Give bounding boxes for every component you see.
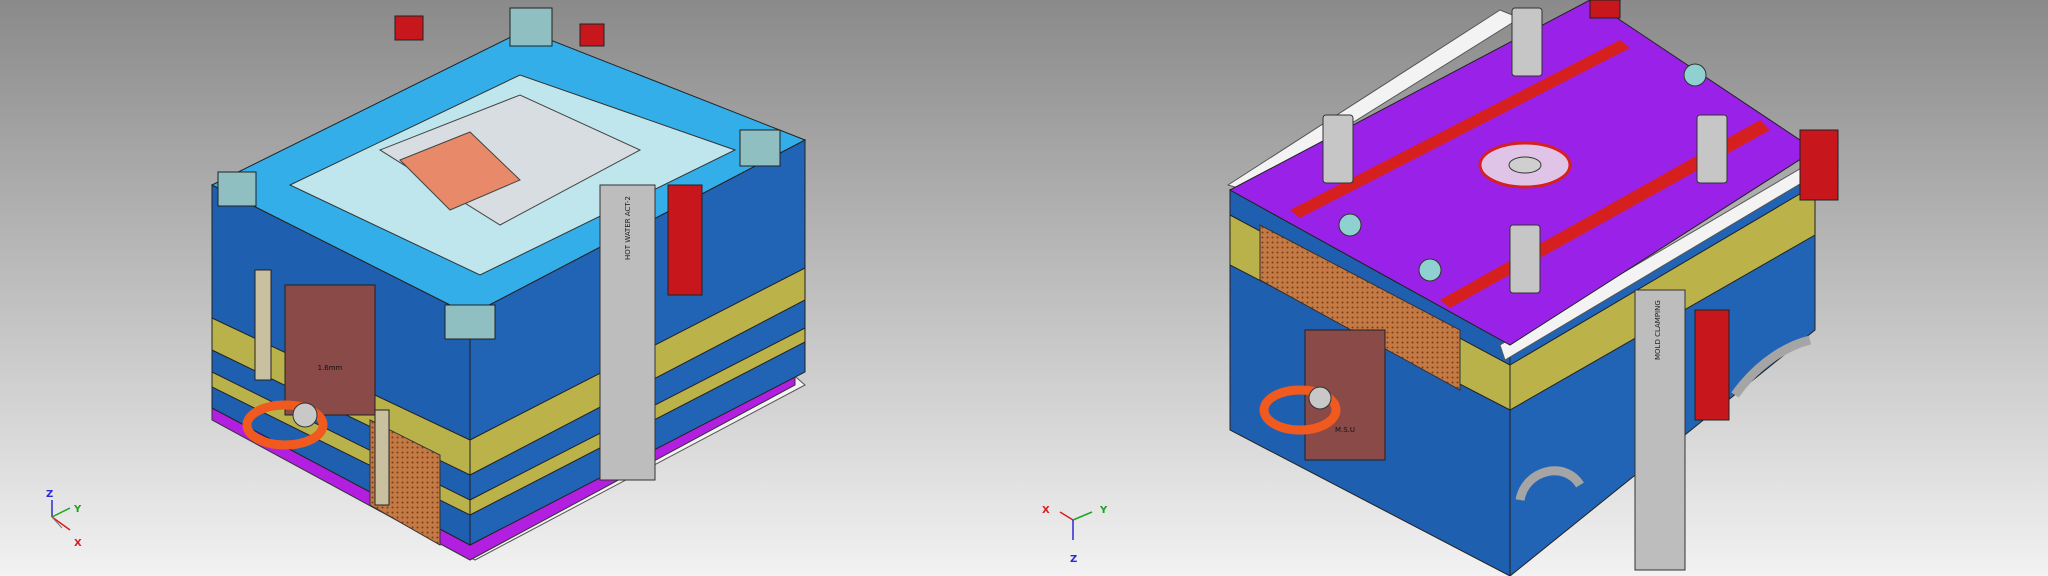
cad-scene[interactable]: HOT WATER ACT-2 1.6mm M.S.U MOLD CLAMPIN… xyxy=(0,0,2048,576)
support-rod xyxy=(254,269,272,381)
clamp-block-top xyxy=(394,15,424,41)
lift-plate-marking: M.S.U xyxy=(1335,426,1355,434)
guide-bushing-left xyxy=(217,171,257,207)
guide-pillar-3 xyxy=(1696,114,1728,184)
sprue-bushing xyxy=(1508,156,1542,174)
bolt-1 xyxy=(1338,213,1362,237)
guide-bushing-top xyxy=(509,7,553,47)
clamp-block-side xyxy=(1694,309,1730,421)
axis-y-label: Y xyxy=(73,504,82,515)
bolt-2 xyxy=(1418,258,1442,282)
lift-plate xyxy=(284,284,376,416)
strap-marking: HOT WATER ACT-2 xyxy=(624,196,632,260)
guide-pillar-2 xyxy=(1322,114,1354,184)
bolt-3 xyxy=(1683,63,1707,87)
clamp-block-side xyxy=(667,184,703,296)
clamp-block-top xyxy=(1589,0,1621,19)
axis-z-label: Z xyxy=(1070,554,1077,565)
strap-marking: MOLD CLAMPING xyxy=(1654,300,1662,360)
clamp-block-corner xyxy=(1799,129,1839,201)
guide-pillar-1 xyxy=(1511,7,1543,77)
guide-bushing-front xyxy=(444,304,496,340)
support-rod-2 xyxy=(374,409,390,506)
lifting-eye xyxy=(1308,386,1332,410)
clamp-block-top-2 xyxy=(579,23,605,47)
axis-x-label: X xyxy=(1042,505,1050,516)
lift-plate-marking: 1.6mm xyxy=(318,364,343,372)
guide-pillar-4 xyxy=(1509,224,1541,294)
lifting-eye xyxy=(292,402,318,428)
cad-viewport[interactable]: HOT WATER ACT-2 1.6mm M.S.U MOLD CLAMPIN… xyxy=(0,0,2048,576)
axis-y-label: Y xyxy=(1099,505,1108,516)
axis-x-label: X xyxy=(74,538,82,549)
axis-z-label: Z xyxy=(46,489,53,500)
guide-bushing-right xyxy=(739,129,781,167)
